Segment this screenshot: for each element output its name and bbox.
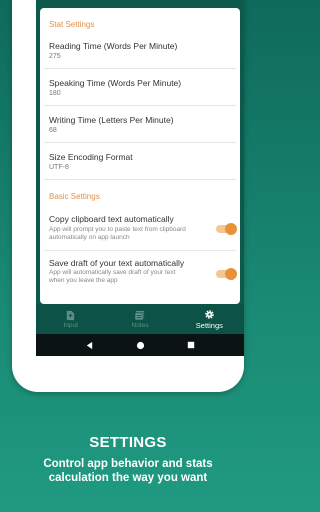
phone-frame: Stat Settings Reading Time (Words Per Mi… — [12, 0, 244, 392]
system-nav-bar — [36, 334, 244, 356]
caption-title: SETTINGS — [89, 434, 167, 451]
input-icon — [66, 310, 75, 320]
setting-label: Speaking Time (Words Per Minute) — [49, 78, 182, 88]
app-screen: Stat Settings Reading Time (Words Per Mi… — [36, 0, 244, 356]
nav-label: Input — [63, 321, 78, 329]
setting-value: 68 — [49, 127, 57, 134]
divider — [44, 250, 236, 251]
clipboard-toggle[interactable] — [216, 223, 237, 235]
nav-item-notes[interactable]: Notes — [105, 304, 174, 334]
stat-settings-title: Stat Settings — [49, 20, 95, 29]
setting-label: Save draft of your text automatically — [49, 258, 185, 268]
back-icon[interactable] — [85, 341, 94, 350]
setting-value: 180 — [49, 90, 61, 97]
toggle-knob — [225, 223, 237, 235]
basic-settings-title: Basic Settings — [49, 192, 100, 201]
setting-description: App will prompt you to paste text from c… — [49, 226, 186, 241]
bottom-nav: Input Notes Settings — [36, 304, 244, 334]
divider — [44, 68, 236, 69]
setting-label: Reading Time (Words Per Minute) — [49, 41, 178, 51]
nav-item-settings[interactable]: Settings — [175, 304, 244, 334]
setting-label: Copy clipboard text automatically — [49, 214, 174, 224]
setting-label: Writing Time (Letters Per Minute) — [49, 115, 174, 125]
toggle-knob — [225, 268, 237, 280]
setting-value: UTF-8 — [49, 164, 69, 171]
divider — [44, 142, 236, 143]
divider — [44, 179, 236, 180]
setting-description: App will automatically save draft of you… — [49, 269, 176, 284]
draft-toggle[interactable] — [216, 268, 237, 280]
home-icon[interactable] — [136, 341, 145, 350]
recents-icon[interactable] — [187, 341, 195, 349]
nav-label: Notes — [131, 321, 149, 329]
setting-label: Size Encoding Format — [49, 152, 133, 162]
setting-value: 275 — [49, 53, 61, 60]
divider — [44, 105, 236, 106]
notes-icon — [135, 310, 145, 320]
nav-label: Settings — [195, 320, 223, 330]
settings-card: Stat Settings Reading Time (Words Per Mi… — [40, 8, 240, 304]
nav-item-input[interactable]: Input — [36, 304, 105, 334]
gear-icon — [205, 309, 214, 319]
caption-subtitle: Control app behavior and stats calculati… — [43, 458, 213, 484]
